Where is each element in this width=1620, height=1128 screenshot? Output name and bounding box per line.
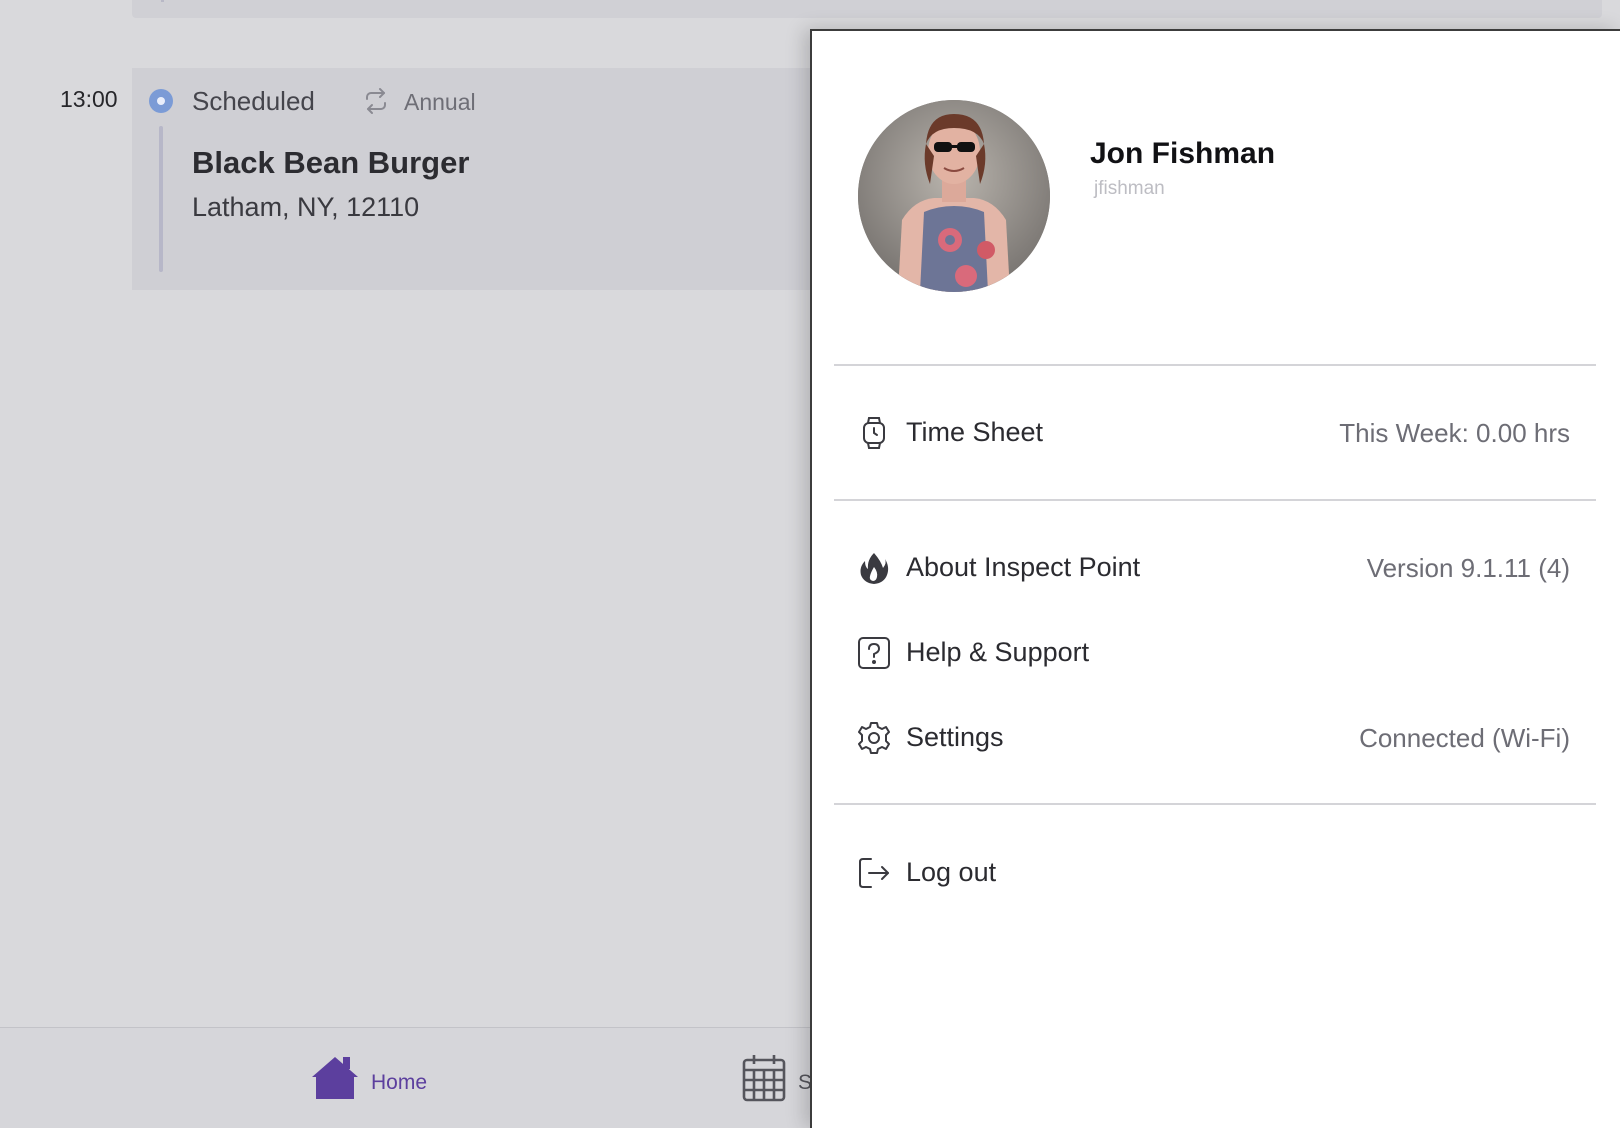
settings-label[interactable]: Settings [906,722,1004,753]
previous-appointment-card[interactable] [132,0,1602,18]
about-label[interactable]: About Inspect Point [906,552,1140,583]
home-icon[interactable] [310,1055,360,1101]
appointment-address: Latham, NY, 12110 [192,192,420,222]
appointment-recurrence: Annual [404,89,476,115]
repeat-icon [366,88,386,114]
divider [834,499,1596,501]
user-handle: jfishman [1094,178,1165,199]
status-dot-icon [149,89,173,113]
watch-icon [863,417,885,449]
settings-connection-status: Connected (Wi-Fi) [1359,723,1570,753]
appointment-time: 13:00 [60,86,118,112]
avatar [858,100,1050,292]
previous-appointment-line [161,0,164,2]
flame-icon [860,553,889,584]
user-name: Jon Fishman [1090,137,1276,170]
gear-icon [858,722,890,754]
nav-schedule-label[interactable]: S [798,1071,810,1095]
calendar-icon[interactable] [742,1054,786,1102]
about-version: Version 9.1.11 (4) [1366,553,1570,583]
logout-icon [859,858,889,888]
help-support-label[interactable]: Help & Support [906,637,1089,668]
logout-label[interactable]: Log out [906,857,996,888]
appointment-status: Scheduled [192,86,315,116]
divider [834,364,1596,366]
nav-home-label[interactable]: Home [371,1071,427,1095]
time-sheet-label[interactable]: Time Sheet [906,417,1043,448]
time-sheet-value: This Week: 0.00 hrs [1339,418,1570,448]
timeline-line [159,126,163,272]
question-icon [858,637,890,669]
appointment-title: Black Bean Burger [192,145,470,180]
divider [834,803,1596,805]
